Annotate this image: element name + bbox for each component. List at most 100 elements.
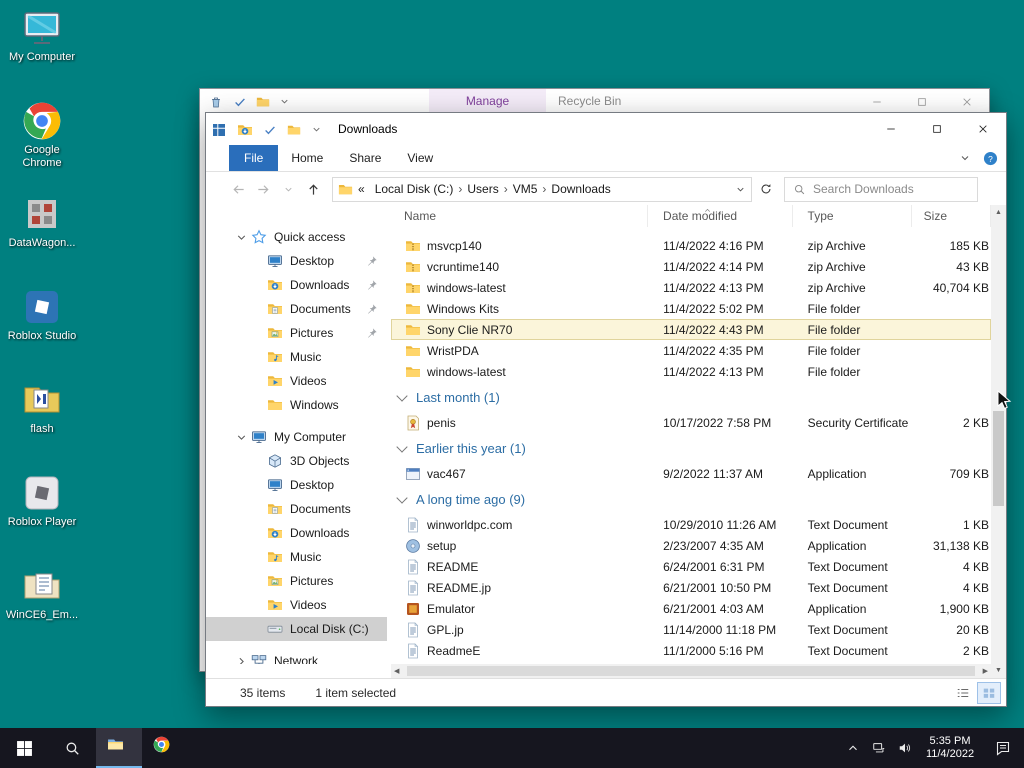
vertical-scrollbar-thumb[interactable] [993, 411, 1004, 506]
network-ethernet-icon[interactable] [866, 728, 892, 768]
minimize-button[interactable] [854, 89, 899, 114]
sidebar-section-network[interactable]: Network [206, 649, 387, 664]
file-row-wristpda[interactable]: WristPDA 11/4/2022 4:35 PM File folder [391, 340, 991, 361]
breadcrumb-segment-vm5[interactable]: VM5 [508, 182, 543, 196]
taskbar-clock[interactable]: 5:35 PM 11/4/2022 [918, 735, 982, 761]
sidebar-item-desktop[interactable]: Desktop [206, 473, 387, 497]
search-input[interactable] [813, 182, 969, 196]
horizontal-scrollbar-thumb[interactable] [407, 666, 975, 676]
sidebar-item-documents[interactable]: Documents [206, 297, 387, 321]
up-arrow-icon[interactable] [301, 177, 326, 202]
taskbar-app-file-explorer[interactable] [96, 728, 142, 768]
sidebar-item-downloads[interactable]: Downloads [206, 521, 387, 545]
chevron-down-icon[interactable] [311, 124, 322, 135]
breadcrumb-segment-local-disk-c[interactable]: Local Disk (C:) [370, 182, 459, 196]
group-header-last-month-1[interactable]: Last month (1) [391, 382, 991, 412]
desktop-icon-datawagon[interactable]: DataWagon... [2, 194, 82, 287]
desktop-icon-roblox-studio[interactable]: Roblox Studio [2, 287, 82, 380]
sidebar-item-videos[interactable]: Videos [206, 369, 387, 393]
file-row-penis[interactable]: penis 10/17/2022 7:58 PM Security Certific… [391, 412, 991, 433]
sidebar-item-local-disk-c[interactable]: Local Disk (C:) [206, 617, 387, 641]
sidebar-item-pictures[interactable]: Pictures [206, 569, 387, 593]
close-button[interactable] [944, 89, 989, 114]
refresh-icon[interactable] [752, 182, 780, 196]
ribbon-tab-home[interactable]: Home [278, 145, 336, 171]
ribbon-tab-share[interactable]: Share [336, 145, 394, 171]
hidden-icons-chevron-icon[interactable] [840, 728, 866, 768]
maximize-button[interactable] [914, 113, 960, 145]
forward-arrow-icon[interactable] [251, 177, 276, 202]
taskbar-search-icon[interactable] [48, 728, 96, 768]
file-row-msvcp140[interactable]: msvcp140 11/4/2022 4:16 PM zip Archive 185 … [391, 235, 991, 256]
taskbar-app-google-chrome[interactable] [142, 728, 188, 768]
file-row-windows-latest[interactable]: windows-latest 11/4/2022 4:13 PM zip Archi… [391, 277, 991, 298]
horizontal-scrollbar[interactable]: ◀ ▶ [391, 664, 991, 678]
minimize-button[interactable] [868, 113, 914, 145]
details-view-icon[interactable] [952, 683, 974, 703]
group-header-earlier-this-year-1[interactable]: Earlier this year (1) [391, 433, 991, 463]
search-box[interactable] [784, 176, 978, 202]
desktop-icon-roblox-player[interactable]: Roblox Player [2, 473, 82, 566]
sidebar-item-desktop[interactable]: Desktop [206, 249, 387, 273]
sidebar-item-documents[interactable]: Documents [206, 497, 387, 521]
sidebar-item-music[interactable]: Music [206, 345, 387, 369]
sidebar-section-my-computer[interactable]: My Computer [206, 425, 387, 449]
file-row-setup[interactable]: setup 2/23/2007 4:35 AM Application 31,138 … [391, 535, 991, 556]
volume-speaker-icon[interactable] [892, 728, 918, 768]
file-row-windows-latest[interactable]: windows-latest 11/4/2022 4:13 PM File fold… [391, 361, 991, 382]
ribbon-tab-view[interactable]: View [394, 145, 446, 171]
file-row-vac467[interactable]: vac467 9/2/2022 11:37 AM Application 709 KB [391, 463, 991, 484]
chevron-down-icon[interactable] [279, 96, 290, 107]
chevron-right-icon[interactable] [235, 655, 248, 664]
group-header-a-long-time-ago-9[interactable]: A long time ago (9) [391, 484, 991, 514]
chevron-down-icon[interactable] [235, 231, 248, 244]
vertical-scrollbar[interactable]: ▲ ▼ [991, 205, 1006, 678]
properties-check-icon[interactable] [233, 95, 247, 109]
new-folder-icon[interactable] [287, 123, 301, 137]
sidebar-item-music[interactable]: Music [206, 545, 387, 569]
scroll-left-arrow-icon[interactable]: ◀ [394, 664, 399, 678]
file-row-gpl-jp[interactable]: GPL.jp 11/14/2000 11:18 PM Text Document 20… [391, 619, 991, 640]
file-row-windows-kits[interactable]: Windows Kits 11/4/2022 5:02 PM File folder [391, 298, 991, 319]
file-row-winworldpc-com[interactable]: winworldpc.com 10/29/2010 11:26 AM Text Do… [391, 514, 991, 535]
file-row-sony-clie-nr70[interactable]: Sony Clie NR70 11/4/2022 4:43 PM File fold… [391, 319, 991, 340]
file-row-readmee[interactable]: ReadmeE 11/1/2000 5:16 PM Text Document 2 K… [391, 640, 991, 661]
help-icon[interactable]: ? [983, 151, 998, 166]
new-folder-icon[interactable] [256, 95, 270, 109]
desktop-icon-my-computer[interactable]: My Computer [2, 8, 82, 101]
breadcrumb-overflow[interactable]: « [356, 182, 367, 196]
breadcrumb-segment-downloads[interactable]: Downloads [546, 182, 615, 196]
close-button[interactable] [960, 113, 1006, 145]
column-header-name[interactable]: Name [391, 205, 649, 227]
breadcrumb[interactable]: « Local Disk (C:) › Users › VM5 › Downloads [332, 176, 752, 202]
desktop-icon-flash[interactable]: flash [2, 380, 82, 473]
sidebar-item-windows[interactable]: Windows [206, 393, 387, 417]
file-row-vcruntime140[interactable]: vcruntime140 11/4/2022 4:14 PM zip Archive… [391, 256, 991, 277]
breadcrumb-segment-users[interactable]: Users [462, 182, 503, 196]
sidebar-item-downloads[interactable]: Downloads [206, 273, 387, 297]
chevron-down-icon[interactable] [235, 431, 248, 444]
desktop-icon-wince6-em[interactable]: WinCE6_Em... [2, 566, 82, 659]
column-header-size[interactable]: Size [912, 205, 991, 227]
scroll-right-arrow-icon[interactable]: ▶ [983, 664, 988, 678]
file-row-readme[interactable]: README 6/24/2001 6:31 PM Text Document 4 KB [391, 556, 991, 577]
start-button[interactable] [0, 728, 48, 768]
recent-locations-chevron-icon[interactable] [276, 177, 301, 202]
scroll-down-arrow-icon[interactable]: ▼ [991, 663, 1006, 678]
large-icons-view-icon[interactable] [977, 682, 1001, 704]
desktop-icon-google-chrome[interactable]: Google Chrome [2, 101, 82, 194]
ribbon-tab-file[interactable]: File [229, 145, 279, 171]
maximize-button[interactable] [899, 89, 944, 114]
column-header-type[interactable]: Type [793, 205, 913, 227]
column-header-date-modified[interactable]: Date modified [648, 205, 793, 227]
sidebar-item-pictures[interactable]: Pictures [206, 321, 387, 345]
scroll-up-arrow-icon[interactable]: ▲ [991, 205, 1006, 220]
action-center-icon[interactable] [982, 728, 1024, 768]
manage-ribbon-tab[interactable]: Manage [429, 89, 546, 114]
file-row-emulator[interactable]: Emulator 6/21/2001 4:03 AM Application 1,90… [391, 598, 991, 619]
properties-check-icon[interactable] [263, 123, 277, 137]
ribbon-expand-chevron-icon[interactable] [959, 152, 971, 164]
sidebar-item-videos[interactable]: Videos [206, 593, 387, 617]
sidebar-item-3d-objects[interactable]: 3D Objects [206, 449, 387, 473]
address-dropdown-chevron-icon[interactable] [735, 184, 746, 195]
